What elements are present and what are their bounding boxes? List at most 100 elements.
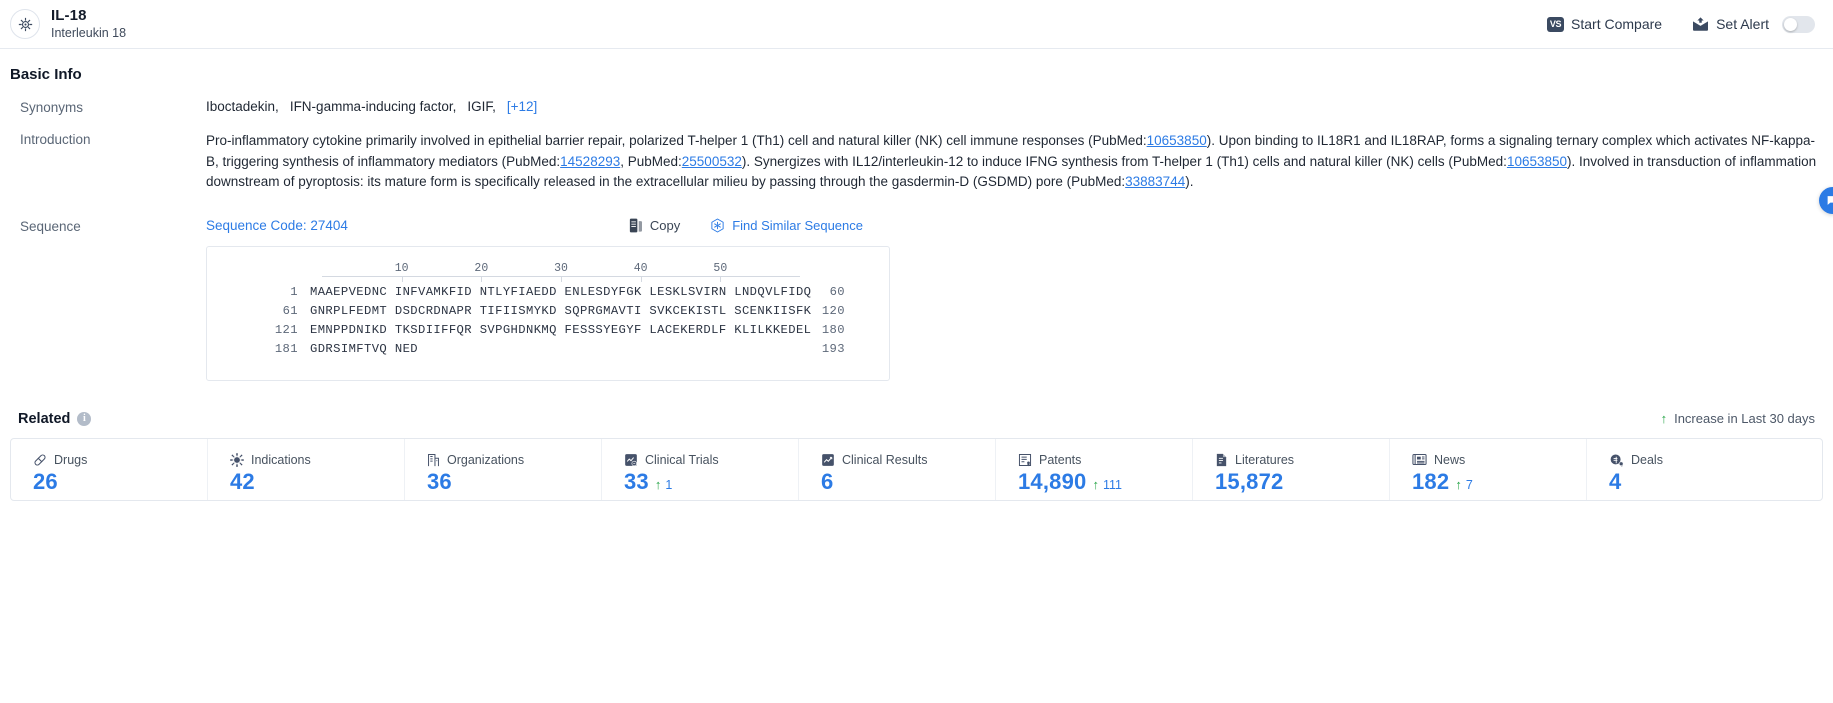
card-count: 14,890 xyxy=(1018,468,1087,494)
sequence-end-index: 120 xyxy=(821,303,845,318)
sequence-row: Sequence Sequence Code: 27404 Copy Find … xyxy=(10,218,1823,381)
related-card-clinical-trials[interactable]: Clinical Trials 33 ↑ 1 xyxy=(602,438,799,500)
pubmed-link[interactable]: 10653850 xyxy=(1147,133,1207,148)
set-alert-button[interactable]: Set Alert xyxy=(1692,15,1815,33)
building-icon xyxy=(427,453,440,467)
synonyms-more-link[interactable]: [+12] xyxy=(507,99,537,114)
sequence-header: Sequence Code: 27404 Copy Find Similar S… xyxy=(206,218,1823,233)
start-compare-button[interactable]: VS Start Compare xyxy=(1547,16,1662,32)
sequence-row: 1 MAAEPVEDNC INFVAMKFID NTLYFIAEDD ENLESD… xyxy=(207,285,889,304)
related-card-news[interactable]: News 182 ↑ 7 xyxy=(1390,438,1587,500)
card-value-row: 6 xyxy=(821,469,995,495)
card-header: Organizations xyxy=(427,453,601,467)
card-delta: ↑ 7 xyxy=(1455,477,1472,492)
card-delta-value: 1 xyxy=(665,477,673,492)
card-header: Clinical Trials xyxy=(624,453,798,467)
pubmed-link[interactable]: 10653850 xyxy=(1507,154,1567,169)
sequence-actions: Copy Find Similar Sequence xyxy=(629,218,1823,233)
news-icon xyxy=(1412,453,1427,466)
card-label: Indications xyxy=(251,452,311,467)
ruler-tick-label: 20 xyxy=(474,261,489,275)
sequence-end-index: 193 xyxy=(821,341,845,356)
card-value-row: 4 xyxy=(1609,469,1784,495)
synonyms-row: Synonyms Iboctadekin, IFN-gamma-inducing … xyxy=(10,99,1823,115)
related-header: Related i ↑ Increase in Last 30 days xyxy=(10,411,1823,427)
patent-icon xyxy=(1018,453,1032,467)
related-card-deals[interactable]: Deals 4 xyxy=(1587,439,1784,500)
related-title: Related xyxy=(18,410,71,427)
pubmed-link[interactable]: 14528293 xyxy=(560,154,620,169)
card-count: 33 xyxy=(624,468,649,494)
related-legend: ↑ Increase in Last 30 days xyxy=(1661,411,1815,426)
card-header: Drugs xyxy=(33,453,207,467)
sequence-rows: 1 MAAEPVEDNC INFVAMKFID NTLYFIAEDD ENLESD… xyxy=(207,285,889,361)
similar-sequence-icon xyxy=(710,217,725,233)
card-count: 4 xyxy=(1609,468,1622,494)
arrow-up-icon: ↑ xyxy=(654,476,662,492)
ruler-tick-label: 10 xyxy=(394,261,409,275)
card-label: Drugs xyxy=(54,452,88,467)
card-label: Literatures xyxy=(1235,452,1295,467)
header-actions: VS Start Compare Set Alert xyxy=(1547,15,1815,33)
synonym-item: IFN-gamma-inducing factor, xyxy=(289,99,457,114)
synonym-item: IGIF, xyxy=(467,99,496,114)
introduction-fragment: Pro-inflammatory cytokine primarily invo… xyxy=(206,133,1147,148)
find-similar-sequence-button[interactable]: Find Similar Sequence xyxy=(710,218,863,233)
arrow-up-icon: ↑ xyxy=(1660,411,1668,426)
pubmed-link[interactable]: 33883744 xyxy=(1125,174,1185,189)
card-delta-value: 7 xyxy=(1465,477,1473,492)
card-label: Clinical Results xyxy=(842,452,928,467)
page-subtitle: Interleukin 18 xyxy=(51,25,127,40)
introduction-fragment: , PubMed: xyxy=(620,153,682,169)
sequence-row: 61 GNRPLFEDMT DSDCRDNAPR TIFIISMYKD SQPRG… xyxy=(207,304,889,323)
card-value-row: 182 ↑ 7 xyxy=(1412,469,1586,495)
ruler-tick-label: 40 xyxy=(633,261,648,275)
introduction-label: Introduction xyxy=(20,132,91,147)
brand: IL-18 Interleukin 18 xyxy=(10,8,126,40)
related-card-patents[interactable]: Patents 14,890 ↑ 111 xyxy=(996,438,1193,500)
pubmed-link[interactable]: 25500532 xyxy=(682,154,742,169)
related-card-clinical-results[interactable]: Clinical Results 6 xyxy=(799,438,996,500)
card-value-row: 33 ↑ 1 xyxy=(624,469,798,495)
sequence-row: 181 GDRSIMFTVQ NED 193 xyxy=(207,342,889,361)
card-count: 36 xyxy=(427,468,452,494)
related-card-organizations[interactable]: Organizations 36 xyxy=(405,438,602,500)
app-header: IL-18 Interleukin 18 VS Start Compare Se… xyxy=(0,0,1833,49)
sequence-row: 121 EMNPPDNIKD TKSDIIFFQR SVPGHDNKMQ FESS… xyxy=(207,323,889,342)
related-card-drugs[interactable]: Drugs 26 xyxy=(11,438,208,500)
introduction-row: Introduction Pro-inflammatory cytokine p… xyxy=(10,131,1823,193)
sequence-code-link[interactable]: Sequence Code: 27404 xyxy=(206,218,348,233)
ruler-tick xyxy=(640,275,642,282)
card-label: Deals xyxy=(1631,452,1663,467)
copy-button[interactable]: Copy xyxy=(629,218,680,233)
related-card-literatures[interactable]: Literatures 15,872 xyxy=(1193,438,1390,500)
clinical-trial-icon xyxy=(624,453,638,467)
info-icon[interactable]: i xyxy=(77,411,92,426)
related-card-indications[interactable]: Indications 42 xyxy=(208,438,405,500)
pill-icon xyxy=(33,453,47,467)
card-count: 6 xyxy=(821,468,834,494)
sequence-end-index: 60 xyxy=(829,284,845,299)
card-delta: ↑ 111 xyxy=(1093,477,1123,492)
target-crosshair-icon xyxy=(10,9,40,39)
card-delta: ↑ 1 xyxy=(655,477,672,492)
card-header: Patents xyxy=(1018,453,1192,467)
card-value-row: 15,872 xyxy=(1215,469,1389,495)
card-count: 42 xyxy=(230,468,255,494)
clinical-result-icon xyxy=(821,453,835,467)
sequence-viewer[interactable]: 10 20 30 40 50 1 MAAEPVEDNC INFVAMKFID NTLYFI… xyxy=(206,245,890,381)
page-content: Basic Info Synonyms Iboctadekin, IFN-gamm… xyxy=(0,66,1833,501)
basic-info-heading: Basic Info xyxy=(10,66,82,83)
sequence-end-index: 180 xyxy=(821,322,845,337)
find-similar-label: Find Similar Sequence xyxy=(732,217,863,233)
card-label: Organizations xyxy=(447,452,525,467)
sequence-residues: GDRSIMFTVQ NED xyxy=(310,341,418,356)
related-legend-label: Increase in Last 30 days xyxy=(1674,411,1815,426)
alert-toggle[interactable] xyxy=(1782,15,1815,33)
sequence-start-index: 1 xyxy=(290,284,298,299)
card-label: News xyxy=(1434,452,1466,467)
ruler-tick xyxy=(720,275,722,282)
deal-icon xyxy=(1609,453,1624,467)
synonyms-value: Iboctadekin, IFN-gamma-inducing factor, IG… xyxy=(206,99,1823,115)
ruler-tick xyxy=(401,275,403,282)
